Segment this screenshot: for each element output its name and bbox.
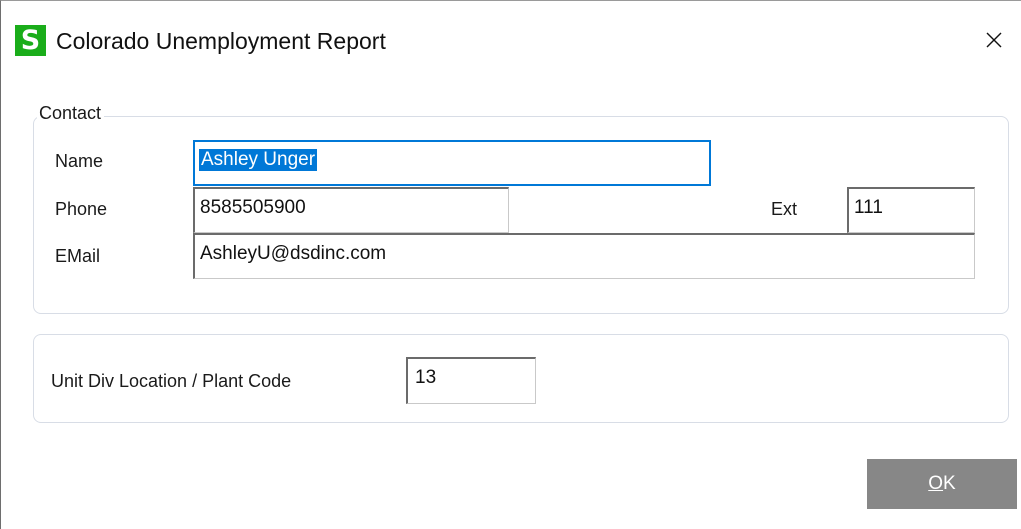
email-field-value: AshleyU@dsdinc.com xyxy=(200,243,387,264)
email-field[interactable]: AshleyU@dsdinc.com xyxy=(193,233,975,279)
close-button[interactable] xyxy=(971,19,1017,63)
ext-field[interactable]: 111 xyxy=(847,187,975,233)
phone-field-value: 8585505900 xyxy=(200,197,306,218)
phone-field[interactable]: 8585505900 xyxy=(193,187,509,233)
title-bar: S Colorado Unemployment Report xyxy=(1,1,1021,81)
phone-label: Phone xyxy=(55,199,108,219)
plant-code-field-value: 13 xyxy=(415,367,437,388)
ok-button-label: K xyxy=(943,473,956,494)
name-field[interactable]: Ashley Unger xyxy=(193,140,711,186)
window-title: Colorado Unemployment Report xyxy=(56,28,386,54)
name-field-value: Ashley Unger xyxy=(199,149,318,171)
ok-button-mnemonic: O xyxy=(928,473,944,494)
plant-code-label: Unit Div Location / Plant Code xyxy=(51,371,292,391)
ok-button[interactable]: OK xyxy=(867,459,1017,509)
ext-field-value: 111 xyxy=(854,197,883,218)
app-logo-icon: S xyxy=(15,25,46,56)
dialog-window: S Colorado Unemployment Report Contact N… xyxy=(0,0,1021,529)
close-icon xyxy=(986,32,1002,48)
name-label: Name xyxy=(55,151,104,171)
plant-code-field[interactable]: 13 xyxy=(406,357,536,404)
contact-legend: Contact xyxy=(37,103,105,124)
ext-label: Ext xyxy=(771,199,798,219)
email-label: EMail xyxy=(55,246,101,266)
